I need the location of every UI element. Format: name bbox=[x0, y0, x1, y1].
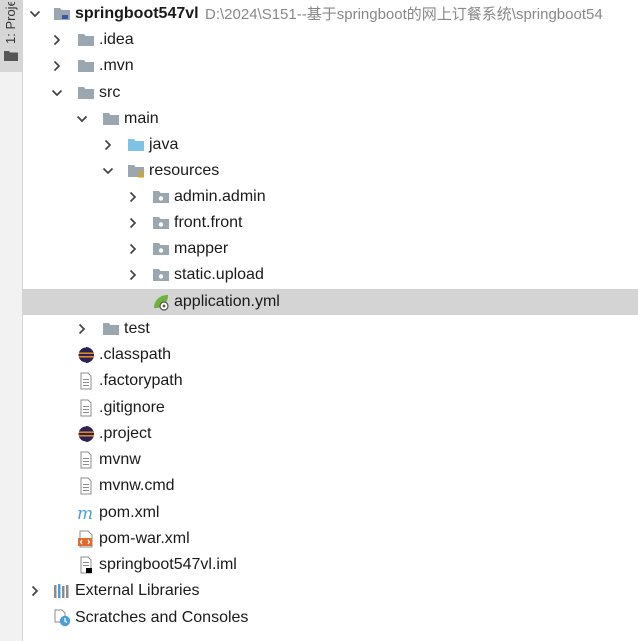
chevron-right-icon[interactable] bbox=[126, 190, 140, 204]
root-project-path: D:\2024\S151--基于springboot的网上订餐系统\spring… bbox=[205, 6, 603, 23]
eclipse-icon bbox=[77, 425, 94, 443]
tree-node-label: .project bbox=[99, 425, 152, 442]
tree-node-mvnw[interactable]: mvnw bbox=[23, 447, 638, 473]
tree-node-label: static.upload bbox=[174, 266, 264, 283]
root-project-label: springboot547vl bbox=[75, 5, 199, 22]
folder-icon bbox=[103, 323, 119, 335]
package-icon bbox=[153, 217, 169, 229]
tree-node-label: admin.admin bbox=[174, 188, 266, 205]
tree-node-label: mvnw.cmd bbox=[99, 477, 175, 494]
tree-node-label: java bbox=[149, 136, 179, 153]
eclipse-icon bbox=[77, 346, 94, 364]
tree-node-iml[interactable]: springboot547vl.iml bbox=[23, 552, 638, 578]
module-folder-icon bbox=[54, 8, 70, 20]
chevron-right-icon[interactable] bbox=[126, 216, 140, 230]
tree-node-label: .factorypath bbox=[99, 372, 183, 389]
tree-node-label: resources bbox=[149, 162, 220, 179]
tree-node-idea[interactable]: .idea bbox=[23, 27, 638, 53]
package-icon bbox=[153, 191, 169, 203]
tree-node-mvnw-cmd[interactable]: mvnw.cmd bbox=[23, 473, 638, 499]
text-file-icon bbox=[80, 477, 92, 495]
tree-node-label: application.yml bbox=[174, 293, 280, 310]
chevron-right-icon[interactable] bbox=[28, 584, 42, 598]
package-icon bbox=[153, 269, 169, 281]
chevron-right-icon[interactable] bbox=[75, 322, 89, 336]
tree-node-project[interactable]: .project bbox=[23, 421, 638, 447]
project-tab-label: 1: Proje bbox=[3, 2, 18, 44]
tree-node-label: src bbox=[99, 84, 121, 101]
tree-node-mapper[interactable]: mapper bbox=[23, 236, 638, 262]
tree-node-admin-admin[interactable]: admin.admin bbox=[23, 184, 638, 210]
svg-text:m: m bbox=[77, 504, 93, 522]
tree-node-factorypath[interactable]: .factorypath bbox=[23, 368, 638, 394]
maven-icon: m bbox=[77, 504, 93, 522]
folder-icon bbox=[4, 51, 18, 61]
text-file-icon bbox=[80, 451, 92, 469]
folder-icon bbox=[103, 113, 119, 125]
xml-file-icon bbox=[78, 530, 93, 548]
tree-node-resources[interactable]: resources bbox=[23, 158, 638, 184]
tree-node-test[interactable]: test bbox=[23, 316, 638, 342]
tree-node-classpath[interactable]: .classpath bbox=[23, 342, 638, 368]
tree-node-label: springboot547vl.iml bbox=[99, 556, 237, 573]
tree-node-pom-war-xml[interactable]: pom-war.xml bbox=[23, 526, 638, 552]
project-tool-window-tab[interactable]: 1: Proje bbox=[0, 0, 22, 72]
tree-node-label: .mvn bbox=[99, 57, 134, 74]
package-icon bbox=[153, 243, 169, 255]
tree-node-gitignore[interactable]: .gitignore bbox=[23, 395, 638, 421]
text-file-icon bbox=[80, 399, 92, 417]
chevron-right-icon[interactable] bbox=[101, 138, 115, 152]
tree-node-main[interactable]: main bbox=[23, 106, 638, 132]
chevron-down-icon[interactable] bbox=[101, 164, 115, 178]
chevron-down-icon[interactable] bbox=[50, 86, 64, 100]
library-icon bbox=[54, 584, 69, 598]
tree-node-label: mvnw bbox=[99, 451, 141, 468]
tree-node-external-libraries[interactable]: External Libraries bbox=[23, 578, 638, 604]
tree-node-front-front[interactable]: front.front bbox=[23, 210, 638, 236]
chevron-down-icon[interactable] bbox=[75, 112, 89, 126]
tree-node-pom-xml[interactable]: m pom.xml bbox=[23, 500, 638, 526]
chevron-right-icon[interactable] bbox=[126, 242, 140, 256]
project-tree[interactable]: springboot547vl D:\2024\S151--基于springbo… bbox=[23, 0, 638, 641]
tree-root-row[interactable]: springboot547vl D:\2024\S151--基于springbo… bbox=[23, 1, 638, 27]
tree-node-label: main bbox=[124, 110, 159, 127]
tree-node-label: pom-war.xml bbox=[99, 530, 190, 547]
tree-node-application-yml[interactable]: application.yml bbox=[23, 289, 638, 315]
tree-node-src[interactable]: src bbox=[23, 80, 638, 106]
tree-node-label: .gitignore bbox=[99, 399, 165, 416]
folder-icon bbox=[78, 34, 94, 46]
tree-node-label: test bbox=[124, 320, 150, 337]
source-folder-icon bbox=[128, 139, 144, 151]
tree-node-mvn[interactable]: .mvn bbox=[23, 53, 638, 79]
tree-node-label: mapper bbox=[174, 240, 229, 257]
chevron-right-icon[interactable] bbox=[50, 33, 64, 47]
resources-folder-icon bbox=[128, 165, 144, 178]
chevron-right-icon[interactable] bbox=[50, 59, 64, 73]
tree-node-scratches-and-consoles[interactable]: Scratches and Consoles bbox=[23, 605, 638, 631]
chevron-right-icon[interactable] bbox=[126, 268, 140, 282]
folder-icon bbox=[78, 60, 94, 72]
tree-node-static-upload[interactable]: static.upload bbox=[23, 262, 638, 288]
spring-config-icon bbox=[154, 295, 169, 311]
tree-node-label: External Libraries bbox=[75, 582, 200, 599]
tree-node-label: Scratches and Consoles bbox=[75, 609, 249, 626]
tool-window-strip: 1: Proje bbox=[0, 0, 23, 641]
text-file-icon bbox=[80, 372, 92, 390]
iml-file-icon bbox=[80, 556, 92, 574]
folder-icon bbox=[78, 87, 94, 99]
scratches-icon bbox=[54, 609, 71, 627]
chevron-down-icon[interactable] bbox=[28, 7, 42, 21]
tree-node-label: pom.xml bbox=[99, 504, 160, 521]
tree-node-label: .classpath bbox=[99, 346, 172, 363]
tree-node-label: front.front bbox=[174, 214, 243, 231]
tree-node-java[interactable]: java bbox=[23, 132, 638, 158]
tree-node-label: .idea bbox=[99, 31, 134, 48]
